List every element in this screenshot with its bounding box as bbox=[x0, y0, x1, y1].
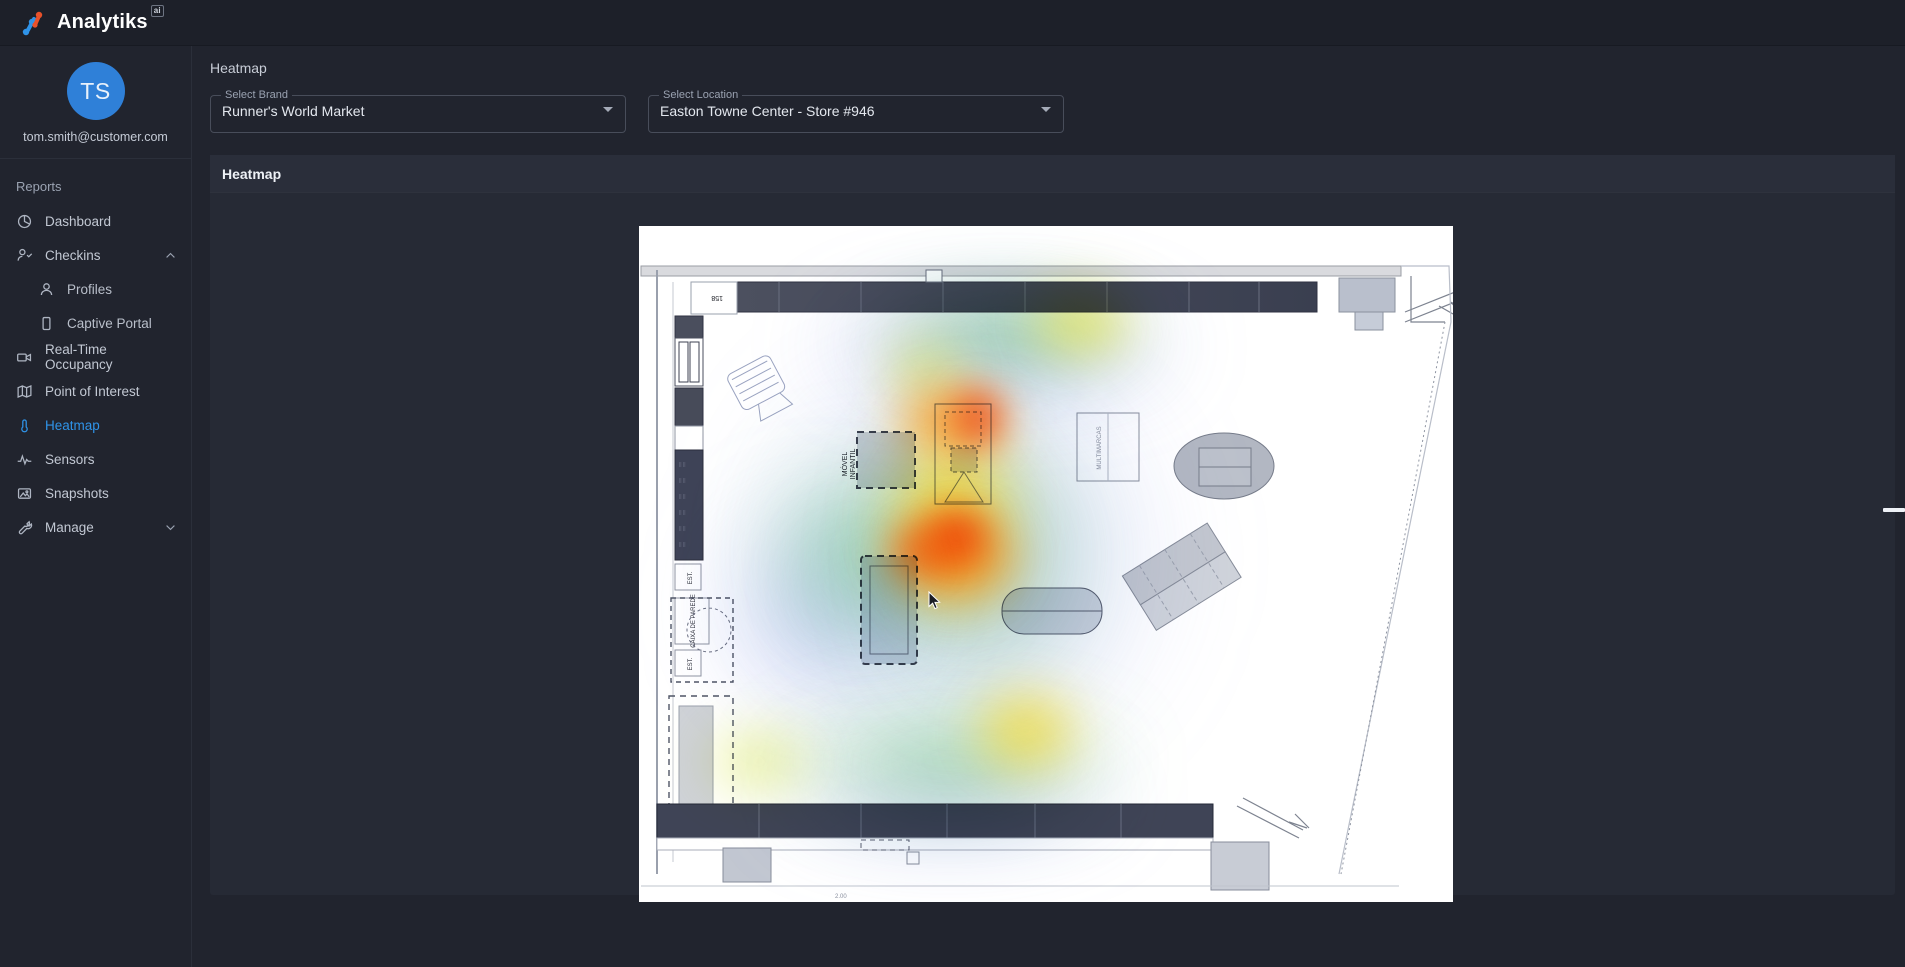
select-brand-value: Runner's World Market bbox=[222, 103, 365, 119]
thermometer-icon bbox=[16, 417, 33, 434]
sidebar-item-heatmap[interactable]: Heatmap bbox=[0, 408, 191, 442]
svg-text:|| ||: || || bbox=[679, 478, 686, 484]
video-icon bbox=[16, 349, 33, 366]
main-content: Heatmap Select Brand Runner's World Mark… bbox=[192, 46, 1905, 967]
chevron-down-icon[interactable] bbox=[1041, 107, 1051, 112]
floorplan-heatmap-viewport[interactable]: 158 || || || || || || || || || || || || … bbox=[639, 226, 1453, 902]
floorplan-drawing: 158 || || || || || || || || || || || || … bbox=[639, 226, 1453, 902]
top-bar: Analytiksai bbox=[0, 0, 1905, 46]
select-location-value: Easton Towne Center - Store #946 bbox=[660, 103, 875, 119]
select-location-dropdown[interactable]: Select Location Easton Towne Center - St… bbox=[648, 89, 1064, 133]
sidebar-item-label: Real-Time Occupancy bbox=[45, 342, 113, 372]
svg-text:MULTIMARCAS: MULTIMARCAS bbox=[1097, 426, 1103, 469]
mouse-cursor bbox=[928, 590, 942, 610]
heatmap-card-title: Heatmap bbox=[210, 155, 1895, 193]
map-icon bbox=[16, 383, 33, 400]
sidebar-item-checkins[interactable]: Checkins bbox=[0, 238, 191, 272]
sidebar-item-label: Snapshots bbox=[45, 485, 109, 501]
sidebar-item-dashboard[interactable]: Dashboard bbox=[0, 204, 191, 238]
sidebar-item-profiles[interactable]: Profiles bbox=[0, 272, 191, 306]
sidebar-item-label: Point of Interest bbox=[45, 383, 140, 399]
heatmap-card-body: 158 || || || || || || || || || || || || … bbox=[210, 193, 1895, 902]
select-brand-dropdown[interactable]: Select Brand Runner's World Market bbox=[210, 89, 626, 133]
nav-section-reports: Reports bbox=[16, 179, 62, 194]
sidebar-item-sensors[interactable]: Sensors bbox=[0, 442, 191, 476]
svg-text:CAIXA DE PAREDE: CAIXA DE PAREDE bbox=[691, 594, 697, 648]
svg-text:|| ||: || || bbox=[679, 542, 686, 548]
sidebar-item-label: Profiles bbox=[67, 281, 113, 297]
analytiks-logo-icon bbox=[18, 8, 48, 38]
sidebar-item-label: Dashboard bbox=[45, 213, 112, 229]
svg-text:|| ||: || || bbox=[679, 494, 686, 500]
sidebar-item-label: Manage bbox=[45, 519, 94, 535]
sidebar-item-real-time-occupancy[interactable]: Real-Time Occupancy bbox=[0, 340, 191, 374]
svg-text:EST.: EST. bbox=[688, 657, 694, 670]
svg-text:MÓVEL: MÓVEL bbox=[840, 452, 849, 477]
svg-text:INFANTIL: INFANTIL bbox=[850, 449, 857, 480]
svg-text:|| ||: || || bbox=[679, 510, 686, 516]
pulse-icon bbox=[16, 451, 33, 468]
chevron-down-icon[interactable] bbox=[603, 107, 613, 112]
sidebar-item-label: Captive Portal bbox=[67, 315, 152, 331]
sidebar-item-manage[interactable]: Manage bbox=[0, 510, 191, 544]
sidebar-item-point-of-interest[interactable]: Point of Interest bbox=[0, 374, 191, 408]
brand[interactable]: Analytiksai bbox=[18, 5, 164, 38]
app-root: Analytiksai TS tom.smith@customer.com Re… bbox=[0, 0, 1905, 967]
sidebar-item-label: Sensors bbox=[45, 451, 95, 467]
heatmap-card: Heatmap 158 || || || || || || || || || |… bbox=[210, 155, 1895, 902]
page-title: Heatmap bbox=[210, 60, 267, 76]
svg-text:2.00: 2.00 bbox=[835, 894, 847, 900]
panel-collapse-handle[interactable] bbox=[1883, 508, 1905, 512]
sidebar-item-label: Checkins bbox=[45, 247, 101, 263]
svg-text:|| ||: || || bbox=[679, 526, 686, 532]
mobile-icon bbox=[38, 315, 55, 332]
sidebar-item-label: Heatmap bbox=[45, 417, 100, 433]
floorplan-svg: 158 || |||| || || |||| || || |||| || EST… bbox=[639, 226, 1453, 902]
chevron-up-icon[interactable] bbox=[164, 249, 177, 262]
filter-bar: Select Brand Runner's World Market Selec… bbox=[192, 76, 1905, 133]
svg-text:158: 158 bbox=[711, 294, 723, 301]
sidebar-nav: Reports Dashboard Checkins Profiles Capt… bbox=[0, 159, 191, 544]
pie-chart-icon bbox=[16, 213, 33, 230]
svg-text:EST.: EST. bbox=[688, 571, 694, 584]
brand-name: Analytiksai bbox=[57, 5, 164, 34]
brand-ai-badge: ai bbox=[150, 5, 164, 18]
sidebar: TS tom.smith@customer.com Reports Dashbo… bbox=[0, 46, 192, 967]
sidebar-item-snapshots[interactable]: Snapshots bbox=[0, 476, 191, 510]
user-icon bbox=[38, 281, 55, 298]
sidebar-item-captive-portal[interactable]: Captive Portal bbox=[0, 306, 191, 340]
svg-text:|| ||: || || bbox=[679, 462, 686, 468]
user-email: tom.smith@customer.com bbox=[23, 130, 168, 144]
image-icon bbox=[16, 485, 33, 502]
user-block: TS tom.smith@customer.com bbox=[0, 46, 191, 159]
chevron-down-icon[interactable] bbox=[164, 521, 177, 534]
avatar[interactable]: TS bbox=[66, 62, 125, 120]
wrench-icon bbox=[16, 519, 33, 536]
user-check-icon bbox=[16, 247, 33, 264]
